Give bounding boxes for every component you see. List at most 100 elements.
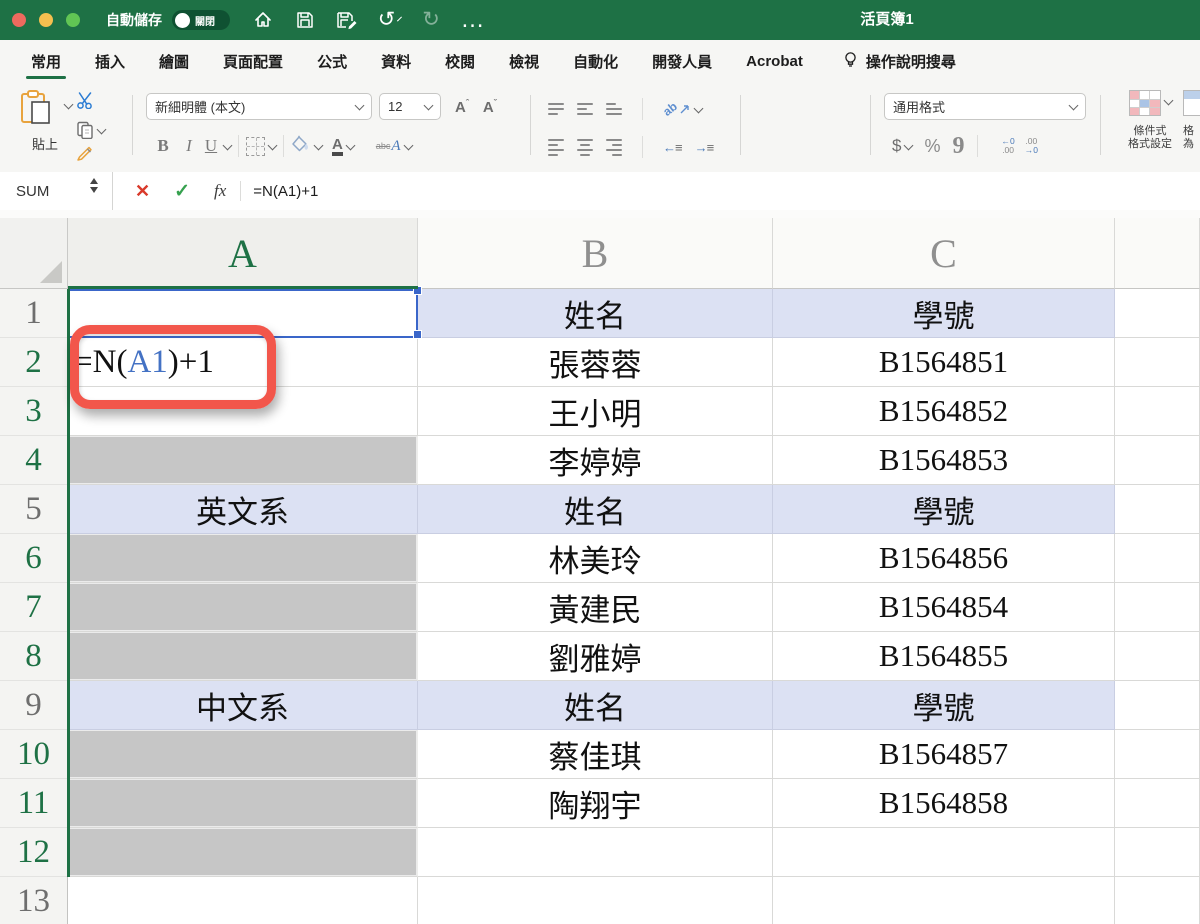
percent-format-button[interactable]: % [924, 136, 940, 157]
autosave-toggle[interactable]: 關閉 [172, 10, 230, 30]
cell-B10[interactable]: 蔡佳琪 [418, 730, 773, 779]
increase-decimal-button[interactable]: ←0.00 [1001, 137, 1014, 155]
cell-D10[interactable] [1115, 730, 1200, 779]
cell-D11[interactable] [1115, 779, 1200, 828]
tab-檢視[interactable]: 檢視 [492, 40, 556, 82]
close-window-button[interactable] [12, 13, 26, 27]
comma-format-button[interactable]: 9 [952, 141, 964, 151]
save-icon[interactable] [294, 9, 316, 31]
cell-C5[interactable]: 學號 [773, 485, 1115, 534]
number-format-select[interactable]: 通用格式 [884, 93, 1086, 120]
column-header-C[interactable]: C [773, 218, 1115, 289]
cancel-icon[interactable]: ✕ [135, 181, 150, 202]
cell-A9[interactable]: 中文系 [68, 681, 418, 730]
column-header-B[interactable]: B [418, 218, 773, 289]
row-header-6[interactable]: 6 [0, 534, 68, 583]
align-top-icon[interactable] [548, 103, 564, 115]
cell-C2[interactable]: B1564851 [773, 338, 1115, 387]
row-header-9[interactable]: 9 [0, 681, 68, 730]
minimize-window-button[interactable] [39, 13, 53, 27]
cell-A13[interactable] [68, 877, 418, 924]
tab-校閱[interactable]: 校閱 [428, 40, 492, 82]
tab-頁面配置[interactable]: 頁面配置 [206, 40, 300, 82]
row-header-7[interactable]: 7 [0, 583, 68, 632]
row-header-13[interactable]: 13 [0, 877, 68, 924]
cell-D13[interactable] [1115, 877, 1200, 924]
undo-chevron-icon[interactable] [397, 17, 402, 22]
cell-C10[interactable]: B1564857 [773, 730, 1115, 779]
align-right-icon[interactable] [606, 139, 622, 156]
cell-B1[interactable]: 姓名 [418, 289, 773, 338]
tab-繪圖[interactable]: 繪圖 [142, 40, 206, 82]
cell-D3[interactable] [1115, 387, 1200, 436]
tab-插入[interactable]: 插入 [78, 40, 142, 82]
align-center-icon[interactable] [577, 139, 593, 156]
cell-C12[interactable] [773, 828, 1115, 877]
cell-A4[interactable] [68, 436, 418, 485]
fill-color-button[interactable] [291, 135, 322, 158]
currency-format-button[interactable]: $ [892, 136, 912, 156]
tab-常用[interactable]: 常用 [14, 40, 78, 82]
cell-B5[interactable]: 姓名 [418, 485, 773, 534]
select-all-corner[interactable] [0, 218, 68, 289]
row-header-8[interactable]: 8 [0, 632, 68, 681]
cell-B6[interactable]: 林美玲 [418, 534, 773, 583]
cell-D7[interactable] [1115, 583, 1200, 632]
cell-A7[interactable] [68, 583, 418, 632]
tab-help-search[interactable]: 操作說明搜尋 [842, 51, 956, 72]
cell-B4[interactable]: 李婷婷 [418, 436, 773, 485]
row-header-4[interactable]: 4 [0, 436, 68, 485]
cell-A6[interactable] [68, 534, 418, 583]
cell-D4[interactable] [1115, 436, 1200, 485]
a1-reference-handle[interactable] [413, 330, 422, 339]
conditional-formatting-button[interactable]: 條件式格式設定 [1118, 90, 1182, 151]
cell-B8[interactable]: 劉雅婷 [418, 632, 773, 681]
cell-B9[interactable]: 姓名 [418, 681, 773, 730]
increase-indent-icon[interactable]: →≡ [695, 140, 714, 155]
tab-資料[interactable]: 資料 [364, 40, 428, 82]
orientation-button[interactable]: ab [663, 102, 702, 116]
name-box[interactable]: SUM [0, 172, 113, 210]
cut-icon[interactable] [76, 92, 95, 114]
cell-B7[interactable]: 黃建民 [418, 583, 773, 632]
copy-chevron-icon[interactable] [97, 124, 107, 134]
paste-chevron-icon[interactable] [63, 100, 73, 110]
name-box-stepper[interactable] [90, 178, 98, 193]
home-icon[interactable] [252, 9, 274, 31]
font-size-select[interactable]: 12 [379, 93, 441, 120]
more-commands-icon[interactable]: … [462, 9, 484, 31]
borders-button[interactable] [246, 137, 276, 156]
cell-D1[interactable] [1115, 289, 1200, 338]
tab-開發人員[interactable]: 開發人員 [635, 40, 729, 82]
cell-D2[interactable] [1115, 338, 1200, 387]
decrease-indent-icon[interactable]: ←≡ [663, 140, 682, 155]
tab-自動化[interactable]: 自動化 [556, 40, 635, 82]
tab-公式[interactable]: 公式 [300, 40, 364, 82]
enter-icon[interactable]: ✓ [174, 180, 190, 203]
tab-Acrobat[interactable]: Acrobat [729, 40, 820, 82]
zoom-window-button[interactable] [66, 13, 80, 27]
cell-A8[interactable] [68, 632, 418, 681]
copy-icon[interactable] [76, 121, 105, 139]
cell-B13[interactable] [418, 877, 773, 924]
cell-C4[interactable]: B1564853 [773, 436, 1115, 485]
cell-C11[interactable]: B1564858 [773, 779, 1115, 828]
format-as-table-button[interactable]: 格為 [1183, 90, 1200, 151]
row-header-5[interactable]: 5 [0, 485, 68, 534]
align-bottom-icon[interactable] [606, 103, 622, 115]
cell-B12[interactable] [418, 828, 773, 877]
cell-A12[interactable] [68, 828, 418, 877]
cell-B11[interactable]: 陶翔宇 [418, 779, 773, 828]
column-header-A[interactable]: A [68, 218, 418, 289]
cell-D5[interactable] [1115, 485, 1200, 534]
save-as-icon[interactable] [336, 9, 358, 31]
cell-D6[interactable] [1115, 534, 1200, 583]
insert-function-icon[interactable]: fx [214, 181, 226, 201]
row-header-2[interactable]: 2 [0, 338, 68, 387]
row-header-1[interactable]: 1 [0, 289, 68, 338]
row-header-10[interactable]: 10 [0, 730, 68, 779]
font-color-button[interactable]: A [332, 137, 354, 156]
cell-A5[interactable]: 英文系 [68, 485, 418, 534]
grow-font-button[interactable]: Aˆ [455, 98, 469, 116]
formula-input[interactable]: =N(A1)+1 [253, 183, 318, 200]
